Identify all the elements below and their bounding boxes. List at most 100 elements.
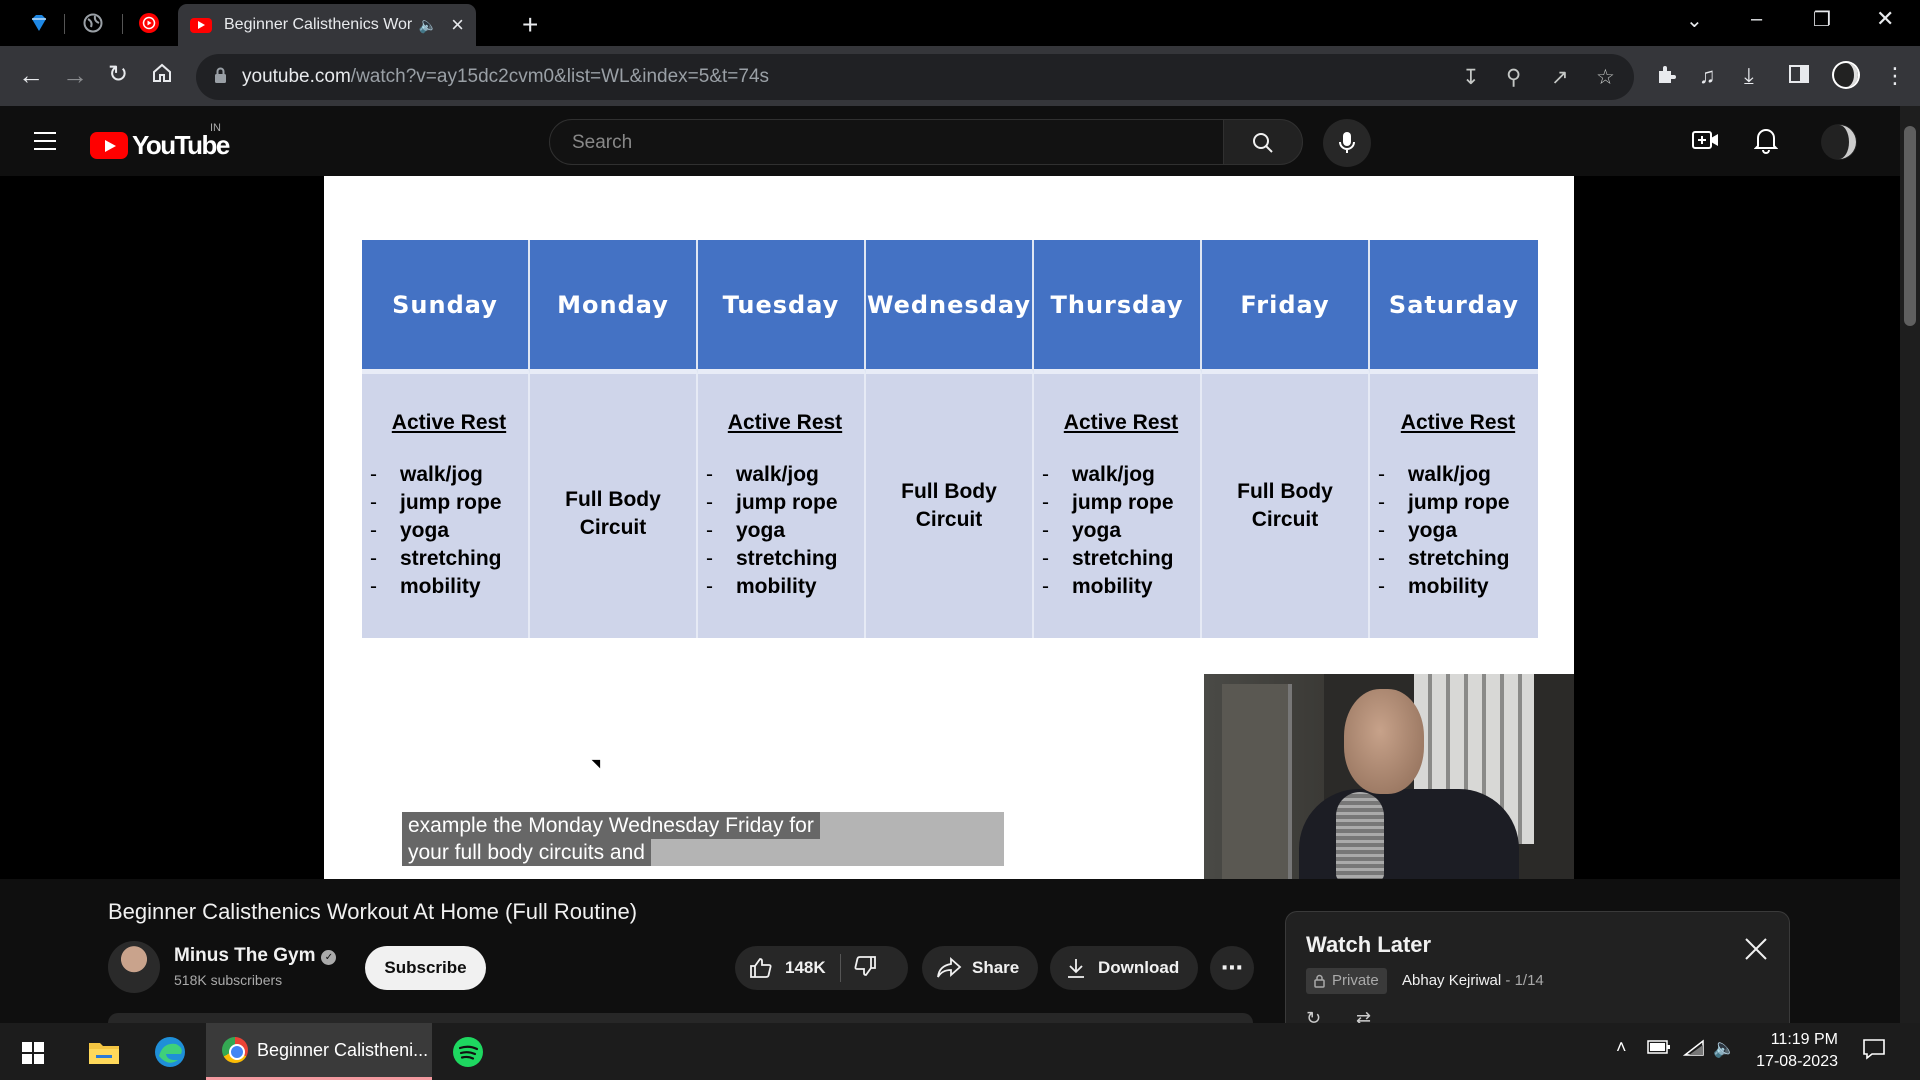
full-body-line2: Circuit xyxy=(915,508,983,531)
diamond-icon xyxy=(32,15,46,31)
close-tab-icon[interactable]: × xyxy=(451,12,464,38)
battery-icon[interactable] xyxy=(1647,1039,1671,1060)
notifications-icon[interactable] xyxy=(1862,1037,1886,1066)
file-explorer-icon[interactable] xyxy=(88,1039,120,1070)
media-controls-icon[interactable]: ♫ xyxy=(1699,63,1716,89)
clock-date: 17-08-2023 xyxy=(1756,1053,1838,1070)
zoom-icon[interactable]: ⚲ xyxy=(1506,65,1521,90)
create-video-icon[interactable] xyxy=(1692,128,1720,157)
subscribe-button[interactable]: Subscribe xyxy=(365,946,486,990)
spotify-icon[interactable] xyxy=(452,1036,484,1073)
item-text: yoga xyxy=(1072,519,1122,542)
channel-avatar[interactable] xyxy=(108,941,160,993)
download-label: Download xyxy=(1098,958,1180,977)
voice-search-button[interactable] xyxy=(1323,119,1371,167)
windows-start-icon[interactable] xyxy=(22,1042,44,1064)
youtube-favicon-icon xyxy=(190,17,212,33)
list-item: - mobility xyxy=(370,573,528,601)
tuesday-cell: Active Rest - walk/jog - jump rope - yoga -… xyxy=(698,374,866,638)
weekly-schedule-table: Sunday Monday Tuesday Wednesday Thursday… xyxy=(362,240,1538,638)
close-playlist-icon[interactable] xyxy=(1743,936,1769,962)
description-box-edge[interactable] xyxy=(108,1013,1253,1023)
active-rest-title: Active Rest xyxy=(1400,411,1516,434)
bookmark-star-icon[interactable]: ☆ xyxy=(1596,65,1615,90)
account-avatar-icon[interactable] xyxy=(1820,123,1858,166)
system-clock[interactable]: 11:19 PM 17-08-2023 xyxy=(1738,1029,1838,1073)
home-icon[interactable] xyxy=(151,62,173,88)
item-text: mobility xyxy=(400,575,481,598)
list-item: - jump rope xyxy=(706,489,864,517)
full-body-line2: Circuit xyxy=(579,516,647,539)
share-button[interactable]: Share xyxy=(922,946,1038,990)
share-page-icon[interactable]: ↗ xyxy=(1551,65,1569,90)
speaker-icon[interactable]: 🔈 xyxy=(418,16,437,34)
lock-icon xyxy=(1314,974,1325,988)
tab-separator xyxy=(64,14,65,34)
pinned-tab-1[interactable] xyxy=(16,6,62,40)
like-dislike-group: 148K xyxy=(735,946,908,990)
page-scrollbar[interactable] xyxy=(1900,106,1920,1023)
dash: - xyxy=(1378,575,1385,598)
search-icon xyxy=(1253,133,1273,153)
tray-expand-icon[interactable]: ˄ xyxy=(1616,1037,1627,1058)
tab-search-icon[interactable]: ⌄ xyxy=(1686,8,1703,33)
reload-icon[interactable]: ↻ xyxy=(108,62,128,88)
notifications-bell-icon[interactable] xyxy=(1753,126,1779,159)
scrollbar-thumb[interactable] xyxy=(1904,126,1916,326)
item-text: stretching xyxy=(1408,547,1510,570)
search-button[interactable] xyxy=(1223,119,1303,165)
wifi-icon[interactable] xyxy=(1682,1039,1705,1062)
side-panel-icon[interactable] xyxy=(1788,63,1810,91)
back-icon[interactable]: ← xyxy=(18,62,44,88)
saturday-cell: Active Rest - walk/jog - jump rope - yoga -… xyxy=(1370,374,1538,638)
more-actions-button[interactable]: ⋯ xyxy=(1210,946,1254,990)
chrome-menu-icon[interactable]: ⋮ xyxy=(1884,63,1906,89)
webcam-microphone xyxy=(1336,792,1384,879)
webcam-door xyxy=(1222,684,1292,879)
channel-name[interactable]: Minus The Gym ✓ xyxy=(174,945,337,967)
new-tab-button[interactable]: + xyxy=(522,9,538,41)
search-input[interactable]: Search xyxy=(549,119,1225,165)
dash: - xyxy=(1378,491,1385,514)
dash: - xyxy=(1042,463,1049,486)
pinned-tab-2[interactable] xyxy=(70,6,116,40)
tab-youtube-video[interactable]: Beginner Calisthenics Workout At Home (F… xyxy=(178,4,476,46)
chrome-icon xyxy=(222,1037,248,1063)
list-item: - stretching xyxy=(1378,545,1538,573)
sunday-cell: Active Rest - walk/jog - jump rope - yoga -… xyxy=(362,374,530,638)
install-app-icon[interactable]: ↧ xyxy=(1462,65,1480,90)
dash: - xyxy=(706,575,713,598)
item-text: jump rope xyxy=(1408,491,1510,514)
edge-browser-icon[interactable] xyxy=(154,1036,186,1073)
list-item: - walk/jog xyxy=(706,461,864,489)
item-text: jump rope xyxy=(1072,491,1174,514)
menu-hamburger-icon[interactable] xyxy=(34,132,56,150)
dash: - xyxy=(706,463,713,486)
dislike-button[interactable] xyxy=(853,954,877,983)
list-item: - jump rope xyxy=(1378,489,1538,517)
close-window-icon[interactable]: ✕ xyxy=(1876,6,1894,32)
downloads-icon[interactable]: ⤓ xyxy=(1744,63,1754,89)
volume-icon[interactable]: 🔈 xyxy=(1713,1038,1735,1059)
list-item: - yoga xyxy=(1042,517,1200,545)
pinned-tab-3[interactable] xyxy=(126,6,172,40)
extensions-icon[interactable] xyxy=(1655,63,1677,91)
thumbs-down-icon xyxy=(854,955,876,976)
address-bar[interactable]: youtube.com/watch?v=ay15dc2cvm0&list=WL&… xyxy=(196,54,1634,100)
item-text: yoga xyxy=(400,519,450,542)
lock-icon[interactable] xyxy=(214,67,227,84)
forward-icon[interactable]: → xyxy=(62,62,88,88)
playlist-title[interactable]: Watch Later xyxy=(1306,932,1431,958)
youtube-logo[interactable]: YouTube IN xyxy=(90,122,230,161)
taskbar-chrome-window[interactable]: Beginner Calistheni... xyxy=(206,1023,432,1080)
video-player[interactable]: Sunday Monday Tuesday Wednesday Thursday… xyxy=(324,176,1574,879)
minimize-icon[interactable]: – xyxy=(1751,8,1762,31)
owner-name[interactable]: Abhay Kejriwal xyxy=(1402,972,1501,989)
restore-icon[interactable]: ❐ xyxy=(1813,7,1831,32)
like-button[interactable]: 148K xyxy=(735,956,826,980)
item-text: stretching xyxy=(736,547,838,570)
download-button[interactable]: Download xyxy=(1050,946,1198,990)
playlist-owner: Abhay Kejriwal - 1/14 xyxy=(1402,972,1544,989)
webcam-person-body xyxy=(1299,789,1519,879)
profile-avatar-icon[interactable] xyxy=(1831,60,1861,96)
